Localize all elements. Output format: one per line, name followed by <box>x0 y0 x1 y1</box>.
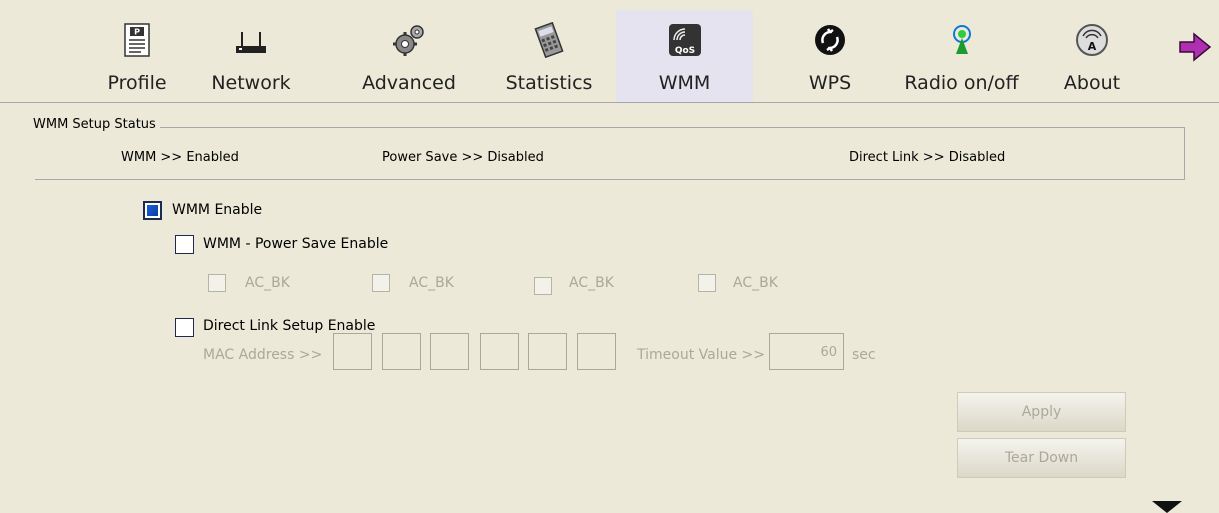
tear-down-button[interactable]: Tear Down <box>957 438 1126 478</box>
timeout-field[interactable]: 60 <box>769 333 844 370</box>
ac-label-4: AC_BK <box>733 275 778 291</box>
calculator-icon <box>534 22 564 58</box>
tab-wmm-label: WMM <box>658 72 711 94</box>
tab-about[interactable]: A About <box>1052 10 1132 102</box>
svg-text:QoS: QoS <box>674 46 694 56</box>
tab-wmm[interactable]: QoS WMM <box>616 10 753 102</box>
status-title: WMM Setup Status <box>33 117 160 132</box>
tab-profile-label: Profile <box>107 72 167 94</box>
status-direct-link: Direct Link >> Disabled <box>849 150 1006 165</box>
toolbar: P Profile Network Advanced Statistics Qo… <box>0 0 1219 103</box>
mac-field-4[interactable] <box>480 333 519 370</box>
tab-statistics-label: Statistics <box>505 72 593 94</box>
mac-address-label: MAC Address >> <box>203 347 323 363</box>
ac-checkbox-2[interactable] <box>372 274 390 292</box>
wmm-enable-checkbox[interactable] <box>143 201 162 220</box>
status-power-save: Power Save >> Disabled <box>382 150 544 165</box>
ac-label-1: AC_BK <box>245 275 290 291</box>
power-save-checkbox[interactable] <box>175 235 194 254</box>
svg-text:A: A <box>1088 40 1097 53</box>
wps-icon <box>815 25 845 55</box>
mac-field-6[interactable] <box>577 333 616 370</box>
status-wmm: WMM >> Enabled <box>121 150 239 165</box>
tab-advanced-label: Advanced <box>362 72 456 94</box>
ac-checkbox-1[interactable] <box>208 274 226 292</box>
direct-link-checkbox[interactable] <box>175 318 194 337</box>
qos-icon: QoS <box>668 24 701 56</box>
wmm-enable-label: WMM Enable <box>172 202 263 218</box>
about-icon: A <box>1076 24 1108 56</box>
profile-icon: P <box>124 23 150 57</box>
arrow-down-icon[interactable] <box>1152 501 1182 513</box>
ac-checkbox-4[interactable] <box>698 274 716 292</box>
arrow-right-icon[interactable] <box>1178 30 1212 64</box>
tab-wps[interactable]: WPS <box>790 10 870 102</box>
mac-field-1[interactable] <box>333 333 372 370</box>
tab-radio[interactable]: Radio on/off <box>889 10 1034 102</box>
tab-advanced[interactable]: Advanced <box>354 10 464 102</box>
direct-link-label: Direct Link Setup Enable <box>203 318 376 334</box>
power-save-label: WMM - Power Save Enable <box>203 236 389 252</box>
tab-wps-label: WPS <box>808 72 852 94</box>
tab-about-label: About <box>1063 72 1121 94</box>
mac-field-5[interactable] <box>528 333 567 370</box>
ac-label-2: AC_BK <box>409 275 454 291</box>
timeout-label: Timeout Value >> <box>637 347 765 363</box>
tab-profile[interactable]: P Profile <box>92 10 182 102</box>
radio-icon <box>952 25 971 54</box>
svg-text:P: P <box>134 28 140 37</box>
tab-network-label: Network <box>211 72 291 94</box>
tab-statistics[interactable]: Statistics <box>496 10 602 102</box>
mac-field-3[interactable] <box>430 333 469 370</box>
ac-label-3: AC_BK <box>569 275 614 291</box>
tab-network[interactable]: Network <box>196 10 306 102</box>
router-icon <box>236 32 266 53</box>
mac-field-2[interactable] <box>382 333 421 370</box>
timeout-unit: sec <box>852 347 876 363</box>
gears-icon <box>393 25 424 56</box>
ac-checkbox-3[interactable] <box>534 277 552 295</box>
apply-button[interactable]: Apply <box>957 392 1126 432</box>
tab-radio-label: Radio on/off <box>904 72 1019 94</box>
